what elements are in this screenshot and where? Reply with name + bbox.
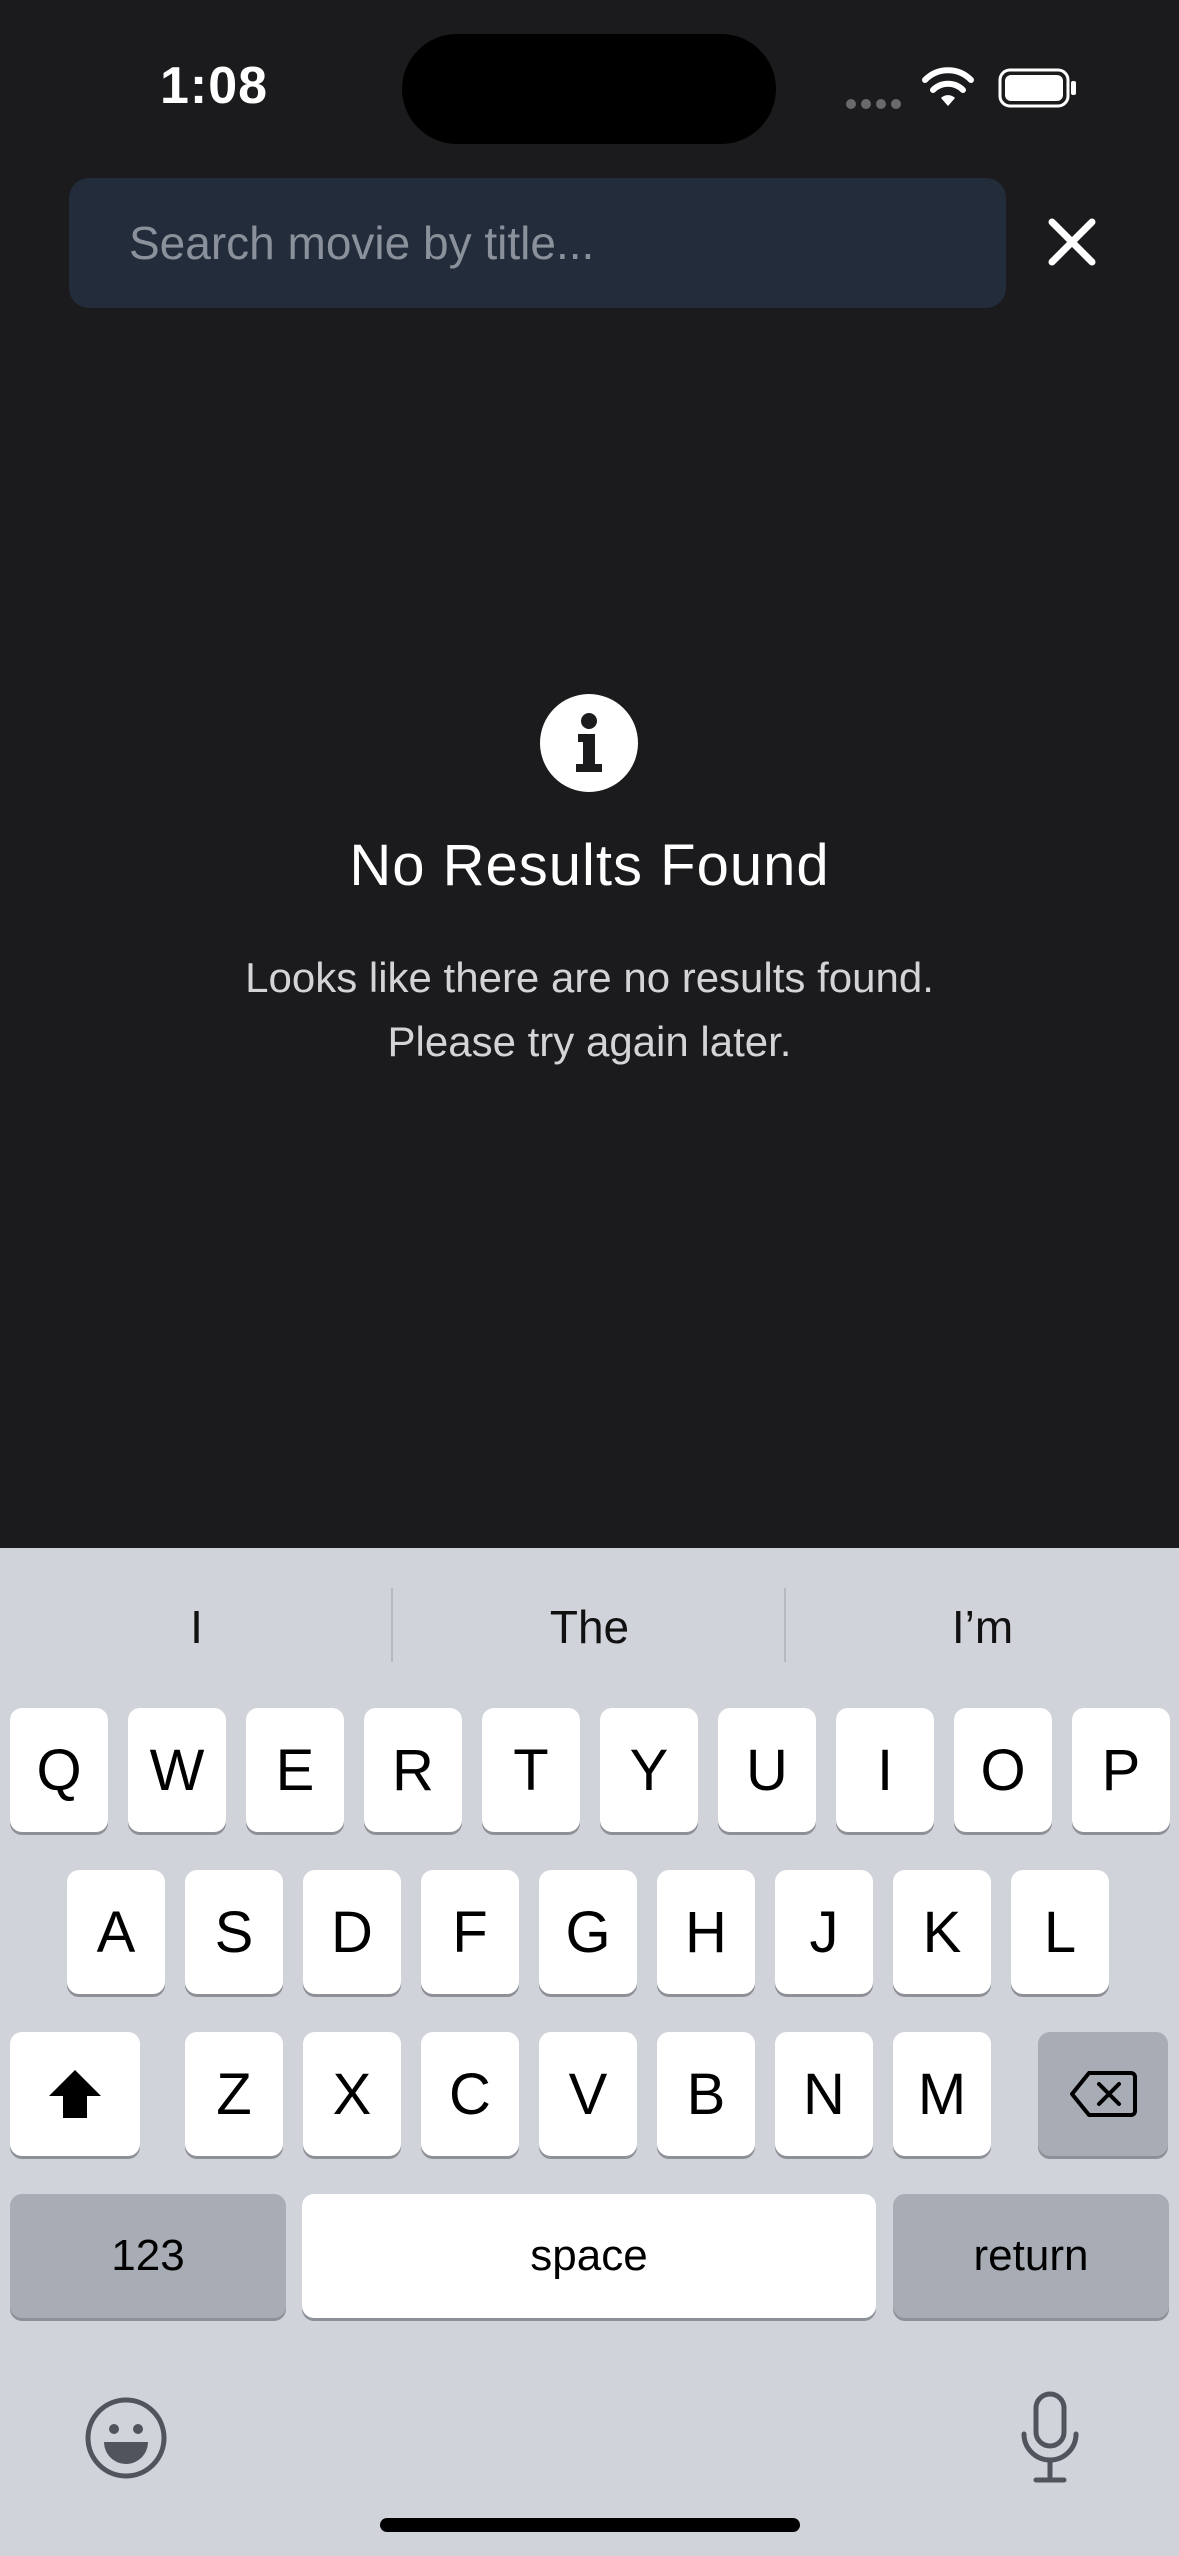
key-e[interactable]: E	[246, 1708, 344, 1832]
suggestion-2[interactable]: The	[393, 1600, 786, 1654]
space-key[interactable]: space	[302, 2194, 876, 2318]
key-v[interactable]: V	[539, 2032, 637, 2156]
key-w[interactable]: W	[128, 1708, 226, 1832]
home-indicator	[380, 2518, 800, 2532]
key-u[interactable]: U	[718, 1708, 816, 1832]
key-s[interactable]: S	[185, 1870, 283, 1994]
key-n[interactable]: N	[775, 2032, 873, 2156]
key-f[interactable]: F	[421, 1870, 519, 1994]
empty-state-title: No Results Found	[349, 833, 830, 898]
info-icon	[540, 694, 638, 792]
key-y[interactable]: Y	[600, 1708, 698, 1832]
key-j[interactable]: J	[775, 1870, 873, 1994]
search-placeholder: Search movie by title...	[129, 217, 595, 269]
key-p[interactable]: P	[1072, 1708, 1170, 1832]
return-key[interactable]: return	[893, 2194, 1169, 2318]
empty-state-message: Looks like there are no results found. P…	[245, 954, 934, 1065]
wifi-icon	[922, 67, 974, 106]
key-d[interactable]: D	[303, 1870, 401, 1994]
search-input[interactable]: Search movie by title...	[69, 178, 1006, 308]
numbers-key[interactable]: 123	[10, 2194, 286, 2318]
emoji-icon[interactable]	[84, 2396, 168, 2480]
key-g[interactable]: G	[539, 1870, 637, 1994]
key-b[interactable]: B	[657, 2032, 755, 2156]
key-o[interactable]: O	[954, 1708, 1052, 1832]
suggestion-1[interactable]: I	[0, 1600, 393, 1654]
suggestion-3[interactable]: I’m	[786, 1600, 1179, 1654]
battery-icon	[998, 68, 1076, 108]
microphone-icon[interactable]	[1018, 2390, 1082, 2486]
key-q[interactable]: Q	[10, 1708, 108, 1832]
key-x[interactable]: X	[303, 2032, 401, 2156]
key-t[interactable]: T	[482, 1708, 580, 1832]
key-a[interactable]: A	[67, 1870, 165, 1994]
dynamic-island	[402, 34, 776, 144]
key-i[interactable]: I	[836, 1708, 934, 1832]
key-c[interactable]: C	[421, 2032, 519, 2156]
status-time: 1:08	[160, 57, 269, 115]
key-l[interactable]: L	[1011, 1870, 1109, 1994]
key-m[interactable]: M	[893, 2032, 991, 2156]
backspace-icon	[1070, 2071, 1137, 2117]
key-k[interactable]: K	[893, 1870, 991, 1994]
shift-icon	[49, 2070, 101, 2118]
backspace-key[interactable]	[1038, 2032, 1168, 2156]
close-icon[interactable]	[1042, 212, 1102, 272]
shift-key[interactable]	[10, 2032, 140, 2156]
key-r[interactable]: R	[364, 1708, 462, 1832]
cellular-signal-icon	[846, 96, 906, 109]
key-z[interactable]: Z	[185, 2032, 283, 2156]
key-h[interactable]: H	[657, 1870, 755, 1994]
